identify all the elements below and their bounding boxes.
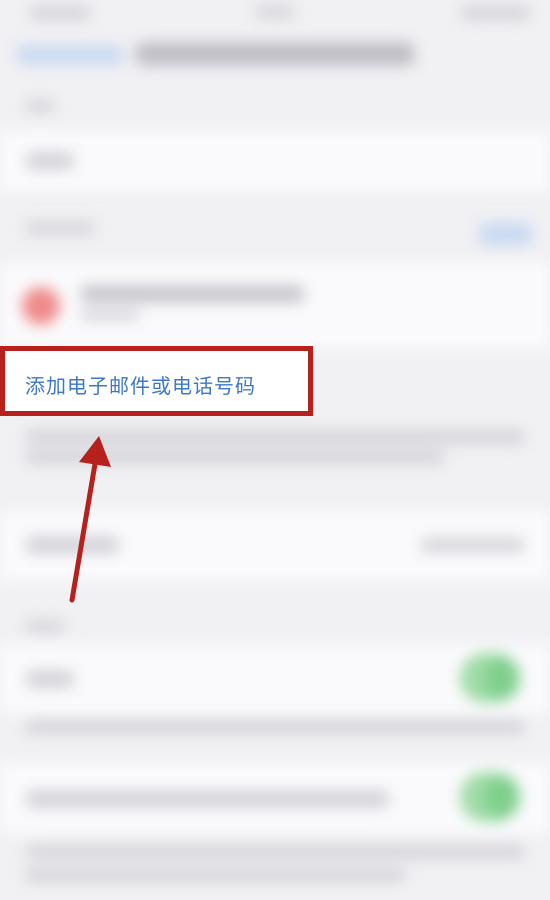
annotation-arrow-icon xyxy=(69,436,111,603)
